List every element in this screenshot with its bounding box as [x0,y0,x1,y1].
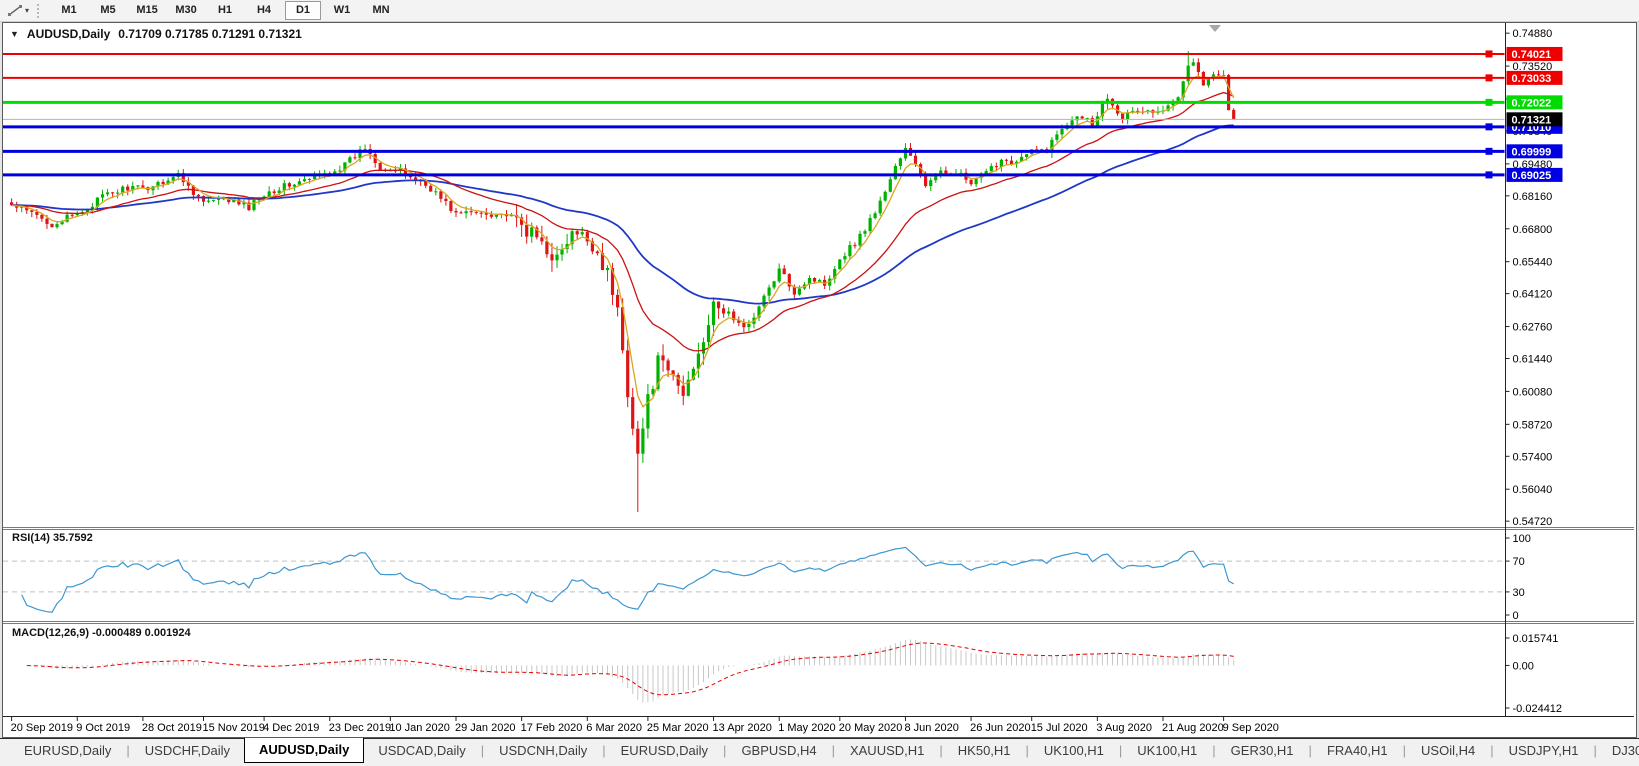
tab-audusd-daily[interactable]: AUDUSD,Daily [244,738,365,763]
date-tick-label: 28 Oct 2019 [142,722,202,734]
price-tick-label: 0.65440 [1513,257,1553,269]
macd-tick-label: 0.015741 [1513,633,1559,645]
date-tick-label: 23 Dec 2019 [329,722,391,734]
rsi-group [3,546,1505,613]
tab-hk50-h1[interactable]: HK50,H1 [944,739,1025,763]
timeframe-button-m1[interactable]: M1 [51,1,87,20]
price-tick-label: 0.60080 [1513,386,1553,398]
timeframe-button-m15[interactable]: M15 [129,1,165,20]
date-tick-label: 9 Oct 2019 [76,722,130,734]
date-tick-label: 8 Jun 2020 [904,722,958,734]
timeframe-toolbar: M1 M5 M15 M30 H1 H4 D1 W1 MN [51,1,402,20]
price-tick-label: 0.56040 [1513,484,1553,496]
tab-usoil-h4[interactable]: USOil,H4 [1407,739,1489,763]
rsi-line [21,546,1234,613]
macd-signal-line [26,642,1234,696]
tab-eurusd-daily[interactable]: EURUSD,Daily [607,739,722,763]
symbol-dropdown-icon[interactable]: ▼ [10,29,19,39]
line-handle [1485,123,1493,131]
date-tick-label: 10 Jan 2020 [389,722,450,734]
date-tick-label: 20 Sep 2019 [11,722,73,734]
price-tick-label: 0.64120 [1513,289,1553,301]
chart-cursor-tool-button[interactable]: ▾ [4,3,33,18]
chart-tab-bar: EURUSD,Daily | USDCHF,Daily AUDUSD,Daily USD… [0,738,1639,766]
timeframe-button-m30[interactable]: M30 [168,1,204,20]
svg-text:0.71321: 0.71321 [1512,114,1552,126]
rsi-tick-label: 100 [1513,533,1531,545]
date-tick-label: 9 Sep 2020 [1223,722,1279,734]
date-tick-label: 29 Jan 2020 [455,722,516,734]
date-tick-label: 1 May 2020 [778,722,835,734]
price-tick-label: 0.66800 [1513,224,1553,236]
tab-ger30-h1[interactable]: GER30,H1 [1217,739,1308,763]
price-tick-label: 0.58720 [1513,419,1553,431]
timeframe-button-w1[interactable]: W1 [324,1,360,20]
timeframe-button-mn[interactable]: MN [363,1,399,20]
date-tick-label: 26 Jun 2020 [970,722,1031,734]
line-handle [1485,74,1493,82]
tab-fra40-h1[interactable]: FRA40,H1 [1313,739,1402,763]
chart-ohlc-values: 0.71709 0.71785 0.71291 0.71321 [118,27,302,41]
tab-usdchf-daily[interactable]: USDCHF,Daily [131,739,244,763]
date-tick-label: 13 Apr 2020 [713,722,772,734]
date-tick-label: 6 Mar 2020 [586,722,642,734]
chart-symbol-label: AUDUSD,Daily [26,27,111,41]
price-chart-canvas[interactable]: 0.748800.735200.721600.708400.694800.681… [3,23,1634,735]
date-tick-label: 4 Dec 2019 [263,722,319,734]
tab-gbpusd-h4[interactable]: GBPUSD,H4 [727,739,830,763]
tab-eurusd-daily[interactable]: EURUSD,Daily [10,739,125,763]
tab-uk100-h1[interactable]: UK100,H1 [1123,739,1211,763]
macd-label: MACD(12,26,9) -0.000489 0.001924 [12,627,191,639]
timeframe-button-d1[interactable]: D1 [285,1,322,20]
macd-group [26,639,1235,703]
tab-uk100-h1[interactable]: UK100,H1 [1030,739,1118,763]
chevron-down-icon: ▾ [25,6,30,15]
date-tick-label: 17 Feb 2020 [521,722,583,734]
rsi-tick-label: 30 [1513,587,1525,599]
rsi-tick-label: 70 [1513,556,1525,568]
price-tick-label: 0.54720 [1513,516,1553,528]
date-tick-label: 15 Jul 2020 [1031,722,1088,734]
price-tick-label: 0.57400 [1513,451,1553,463]
date-tick-label: 25 Mar 2020 [647,722,709,734]
tab-xauusd-h1[interactable]: XAUUSD,H1 [836,739,938,763]
chart-title: ▼ AUDUSD,Daily 0.71709 0.71785 0.71291 0… [10,27,302,41]
price-tick-label: 0.61440 [1513,353,1553,365]
chart-shift-marker [1209,25,1221,32]
rsi-tick-label: 0 [1513,610,1519,622]
line-handle [1485,98,1493,106]
toolbar: ▾ M1 M5 M15 M30 H1 H4 D1 W1 MN [0,0,1639,22]
line-handle [1485,171,1493,179]
tab-usdcad-daily[interactable]: USDCAD,Daily [364,739,479,763]
svg-text:0.69999: 0.69999 [1512,146,1552,158]
chart-window[interactable]: ▼ AUDUSD,Daily 0.71709 0.71785 0.71291 0… [2,22,1637,738]
tab-usdcnh-daily[interactable]: USDCNH,Daily [485,739,601,763]
svg-text:0.73033: 0.73033 [1512,73,1552,85]
price-tick-label: 0.74880 [1513,28,1553,40]
svg-text:0.72022: 0.72022 [1512,97,1552,109]
price-tick-label: 0.62760 [1513,322,1553,334]
timeframe-button-m5[interactable]: M5 [90,1,126,20]
date-tick-label: 15 Nov 2019 [203,722,265,734]
tab-usdjpy-h1[interactable]: USDJPY,H1 [1495,739,1593,763]
crosshair-tool-icon [8,5,22,16]
timeframe-button-h4[interactable]: H4 [246,1,282,20]
date-tick-label: 3 Aug 2020 [1096,722,1152,734]
svg-text:0.74021: 0.74021 [1512,49,1552,61]
candles-group [10,51,1236,512]
svg-text:0.69025: 0.69025 [1512,170,1552,182]
date-tick-label: 21 Aug 2020 [1162,722,1224,734]
line-handle [1485,50,1493,58]
toolbar-grip[interactable] [37,3,43,18]
macd-tick-label: -0.024412 [1513,703,1563,715]
macd-tick-label: 0.00 [1513,660,1534,672]
line-handle [1485,147,1493,155]
timeframe-button-h1[interactable]: H1 [207,1,243,20]
price-tick-label: 0.68160 [1513,191,1553,203]
rsi-label: RSI(14) 35.7592 [12,532,93,544]
date-tick-label: 20 May 2020 [839,722,903,734]
tab-dj30-daily[interactable]: DJ30,Daily [1598,739,1639,763]
